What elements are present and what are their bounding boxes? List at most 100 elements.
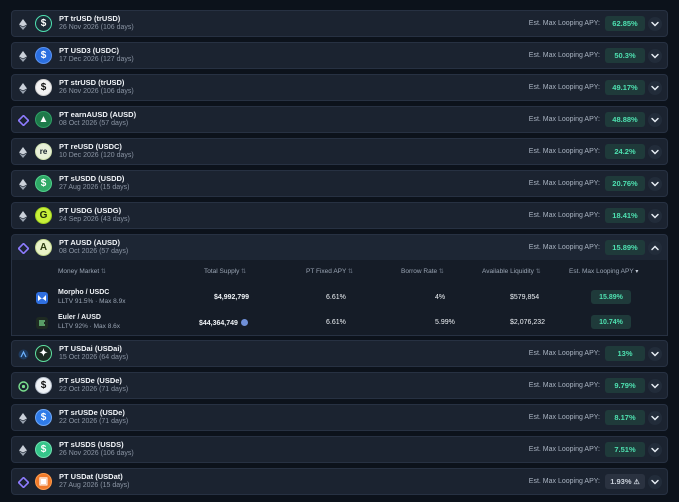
- borrow-rate-value: 4%: [435, 294, 446, 301]
- apy-badge: 50.3%: [605, 48, 645, 63]
- apy-value: 1.93%: [610, 477, 632, 486]
- token-a-icon: A: [35, 239, 52, 256]
- apy-badge: 7.51%: [605, 442, 645, 457]
- ethereum-icon: [17, 50, 29, 62]
- th-money-market[interactable]: Money Market ⇅: [58, 268, 106, 275]
- chevron-down-icon[interactable]: [648, 81, 662, 95]
- header-label: Borrow Rate: [401, 268, 438, 275]
- market-row[interactable]: G PT USDG (USDG) 24 Sep 2026 (43 days) Est.…: [11, 202, 668, 229]
- header-label: Money Market: [58, 268, 100, 275]
- maturity-date: 27 Aug 2026 (15 days): [59, 184, 130, 191]
- money-market-name: Morpho / USDC: [58, 289, 110, 296]
- chevron-up-icon[interactable]: [648, 241, 662, 255]
- chevron-down-icon[interactable]: [648, 379, 662, 393]
- sort-icon: ⇅: [99, 269, 106, 275]
- market-row[interactable]: A PT AUSD (AUSD) 08 Oct 2026 (57 days) Est.…: [11, 234, 668, 261]
- token-g-icon: G: [35, 207, 52, 224]
- ethereum-icon: [17, 18, 29, 30]
- token-re-icon: re: [35, 143, 52, 160]
- market-name: PT srUSDe (USDe): [59, 408, 125, 417]
- market-row[interactable]: $ PT sUSDD (USDD) 27 Aug 2026 (15 days) Est…: [11, 170, 668, 197]
- token-coin-icon: [240, 319, 248, 326]
- looping-apy-badge: 15.89%: [591, 290, 631, 304]
- apy-label: Est. Max Looping APY:: [528, 212, 600, 219]
- apy-label: Est. Max Looping APY:: [528, 244, 600, 251]
- market-row[interactable]: $ PT sUSDe (USDe) 22 Oct 2026 (71 days) Est…: [11, 372, 668, 399]
- apy-value: 24.2%: [614, 147, 636, 156]
- chevron-down-icon[interactable]: [648, 411, 662, 425]
- market-name: PT sUSDD (USDD): [59, 174, 125, 183]
- apy-value: 8.17%: [614, 413, 636, 422]
- th-est-max-looping-apy[interactable]: Est. Max Looping APY ▾: [569, 268, 638, 275]
- token-dollar-icon: $: [35, 409, 52, 426]
- lltv-text: LLTV 91.5% · Max 8.9x: [58, 298, 126, 305]
- apy-label: Est. Max Looping APY:: [528, 180, 600, 187]
- apy-badge: 8.17%: [605, 410, 645, 425]
- euler-icon: [36, 317, 48, 329]
- chevron-down-icon[interactable]: [648, 113, 662, 127]
- market-name: PT USD3 (USDC): [59, 46, 120, 55]
- chevron-down-icon[interactable]: [648, 49, 662, 63]
- token-dollar-icon: $: [35, 47, 52, 64]
- money-market-row[interactable]: Morpho / USDC LLTV 91.5% · Max 8.9x $4,992…: [12, 286, 667, 310]
- chevron-down-icon[interactable]: [648, 17, 662, 31]
- th-available-liquidity[interactable]: Available Liquidity ⇅: [482, 268, 541, 275]
- chevron-down-icon[interactable]: [648, 443, 662, 457]
- chevron-down-icon[interactable]: [648, 145, 662, 159]
- header-label: PT Fixed APY: [306, 268, 347, 275]
- ethereum-icon: [17, 82, 29, 94]
- market-row[interactable]: re PT reUSD (USDC) 10 Dec 2026 (120 days) E…: [11, 138, 668, 165]
- ethereum-icon: [17, 178, 29, 190]
- monad-icon: [17, 476, 29, 488]
- pt-fixed-apy-value: 6.61%: [326, 294, 346, 301]
- chevron-down-icon[interactable]: [648, 209, 662, 223]
- ethereum-icon: [17, 444, 29, 456]
- apy-badge: 13%: [605, 346, 645, 361]
- market-row[interactable]: ✦ PT USDai (USDai) 15 Oct 2026 (64 days) Es…: [11, 340, 668, 367]
- apy-value: 50.3%: [614, 51, 636, 60]
- apy-value: 9.79%: [614, 381, 636, 390]
- market-row[interactable]: $ PT srUSDe (USDe) 22 Oct 2026 (71 days) Es…: [11, 404, 668, 431]
- apy-value: 15.89%: [612, 243, 638, 252]
- header-label: Available Liquidity: [482, 268, 534, 275]
- th-pt-fixed-apy[interactable]: PT Fixed APY ⇅: [306, 268, 353, 275]
- maturity-date: 22 Oct 2026 (71 days): [59, 386, 129, 393]
- market-row[interactable]: ▲ PT earnAUSD (AUSD) 08 Oct 2026 (57 days)…: [11, 106, 668, 133]
- market-row[interactable]: $ PT USD3 (USDC) 17 Dec 2026 (127 days) Est…: [11, 42, 668, 69]
- chevron-down-icon[interactable]: [648, 177, 662, 191]
- borrow-rate-value: 5.99%: [435, 319, 455, 326]
- apy-label: Est. Max Looping APY:: [528, 84, 600, 91]
- maturity-date: 08 Oct 2026 (57 days): [59, 248, 129, 255]
- sort-icon: ⇅: [533, 269, 541, 275]
- apy-label: Est. Max Looping APY:: [528, 52, 600, 59]
- chevron-down-icon[interactable]: [648, 475, 662, 489]
- money-market-row[interactable]: Euler / AUSD LLTV 92% · Max 8.6x $44,364,7…: [12, 311, 667, 335]
- ethereum-icon: [17, 146, 29, 158]
- apy-label: Est. Max Looping APY:: [528, 116, 600, 123]
- market-row[interactable]: ▣ PT USDat (USDat) 27 Aug 2026 (15 days) Es…: [11, 468, 668, 495]
- money-market-name: Euler / AUSD: [58, 314, 101, 321]
- market-row[interactable]: $ PT strUSD (trUSD) 26 Nov 2026 (106 days)…: [11, 74, 668, 101]
- sort-icon: ⇅: [239, 269, 247, 275]
- market-name: PT USDG (USDG): [59, 206, 122, 215]
- morpho-icon: [36, 292, 48, 304]
- apy-label: Est. Max Looping APY:: [528, 382, 600, 389]
- market-row[interactable]: $ PT trUSD (trUSD) 26 Nov 2026 (106 days) E…: [11, 10, 668, 37]
- apy-badge: 15.89%: [605, 240, 645, 255]
- apy-label: Est. Max Looping APY:: [528, 414, 600, 421]
- th-borrow-rate[interactable]: Borrow Rate ⇅: [401, 268, 444, 275]
- market-row[interactable]: $ PT sUSDS (USDS) 26 Nov 2026 (106 days) Es…: [11, 436, 668, 463]
- chevron-down-icon[interactable]: [648, 347, 662, 361]
- arbitrum-icon: [17, 348, 29, 360]
- sort-icon: ▾: [633, 269, 639, 275]
- apy-label: Est. Max Looping APY:: [528, 478, 600, 485]
- market-name: PT earnAUSD (AUSD): [59, 110, 137, 119]
- token-square-icon: ▣: [35, 473, 52, 490]
- th-total-supply[interactable]: Total Supply ⇅: [204, 268, 246, 275]
- monad-icon: [17, 114, 29, 126]
- total-supply-value: $4,992,799: [214, 294, 250, 301]
- maturity-date: 26 Nov 2026 (106 days): [59, 450, 134, 457]
- ethereum-icon: [17, 412, 29, 424]
- apy-badge: 48.88%: [605, 112, 645, 127]
- apy-value: 18.41%: [612, 211, 638, 220]
